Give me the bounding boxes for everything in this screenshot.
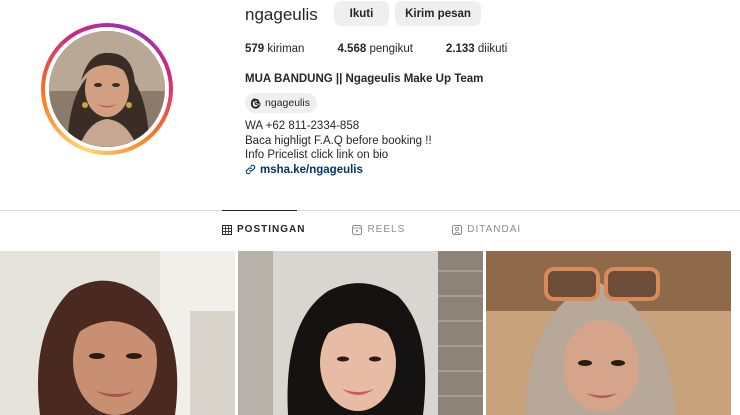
profile-bio: WA +62 811-2334-858 Baca highligt F.A.Q … xyxy=(245,119,432,177)
reels-icon xyxy=(352,224,363,235)
post-thumbnail[interactable] xyxy=(238,251,483,415)
posts-stat: 579 kiriman xyxy=(245,43,304,55)
threads-handle: ngageulis xyxy=(265,97,310,109)
link-icon xyxy=(245,165,256,175)
threads-icon xyxy=(250,97,261,109)
post-image xyxy=(0,251,235,415)
profile-full-name: MUA BANDUNG || Ngageulis Make Up Team xyxy=(245,73,484,85)
tab-reels[interactable]: REELS xyxy=(352,224,405,235)
tab-tagged[interactable]: DITANDAI xyxy=(452,224,521,235)
tab-reels-label: REELS xyxy=(367,224,406,235)
tagged-icon xyxy=(452,224,463,235)
send-message-button[interactable]: Kirim pesan xyxy=(395,1,481,26)
bio-link-text: msha.ke/ngageulis xyxy=(260,163,363,176)
bio-line: Info Pricelist click link on bio xyxy=(245,149,389,161)
profile-avatar xyxy=(49,31,165,147)
posts-count: 579 xyxy=(245,43,265,55)
avatar-gap xyxy=(45,27,169,151)
bio-link[interactable]: msha.ke/ngageulis xyxy=(245,163,432,178)
followers-label: pengikut xyxy=(369,43,413,55)
tabs-divider xyxy=(0,210,740,211)
following-stat[interactable]: 2.133 diikuti xyxy=(446,43,507,55)
following-count: 2.133 xyxy=(445,43,475,55)
posts-label: kiriman xyxy=(267,43,305,55)
following-label: diikuti xyxy=(477,43,508,55)
profile-avatar-ring[interactable] xyxy=(41,23,173,155)
profile-tabs: POSTINGAN REELS DITANDAI xyxy=(222,224,568,235)
bio-line: WA +62 811-2334-858 xyxy=(245,120,360,132)
threads-badge[interactable]: ngageulis xyxy=(245,93,317,113)
follow-button[interactable]: Ikuti xyxy=(334,1,389,26)
tab-posts[interactable]: POSTINGAN xyxy=(222,224,305,235)
bio-line: Baca highligt F.A.Q before booking !! xyxy=(245,134,432,147)
post-thumbnail[interactable] xyxy=(486,251,731,415)
followers-count: 4.568 xyxy=(337,43,367,55)
profile-username: ngageulis xyxy=(245,5,318,24)
followers-stat[interactable]: 4.568 pengikut xyxy=(337,43,412,55)
tab-posts-label: POSTINGAN xyxy=(237,224,306,235)
post-thumbnail[interactable] xyxy=(0,251,235,415)
profile-stats: 579 kiriman 4.568 pengikut 2.133 diikuti xyxy=(245,43,540,55)
post-image xyxy=(486,251,731,415)
active-tab-indicator xyxy=(222,210,297,211)
post-image xyxy=(238,251,483,415)
tab-tagged-label: DITANDAI xyxy=(467,224,522,235)
grid-icon xyxy=(222,224,232,235)
